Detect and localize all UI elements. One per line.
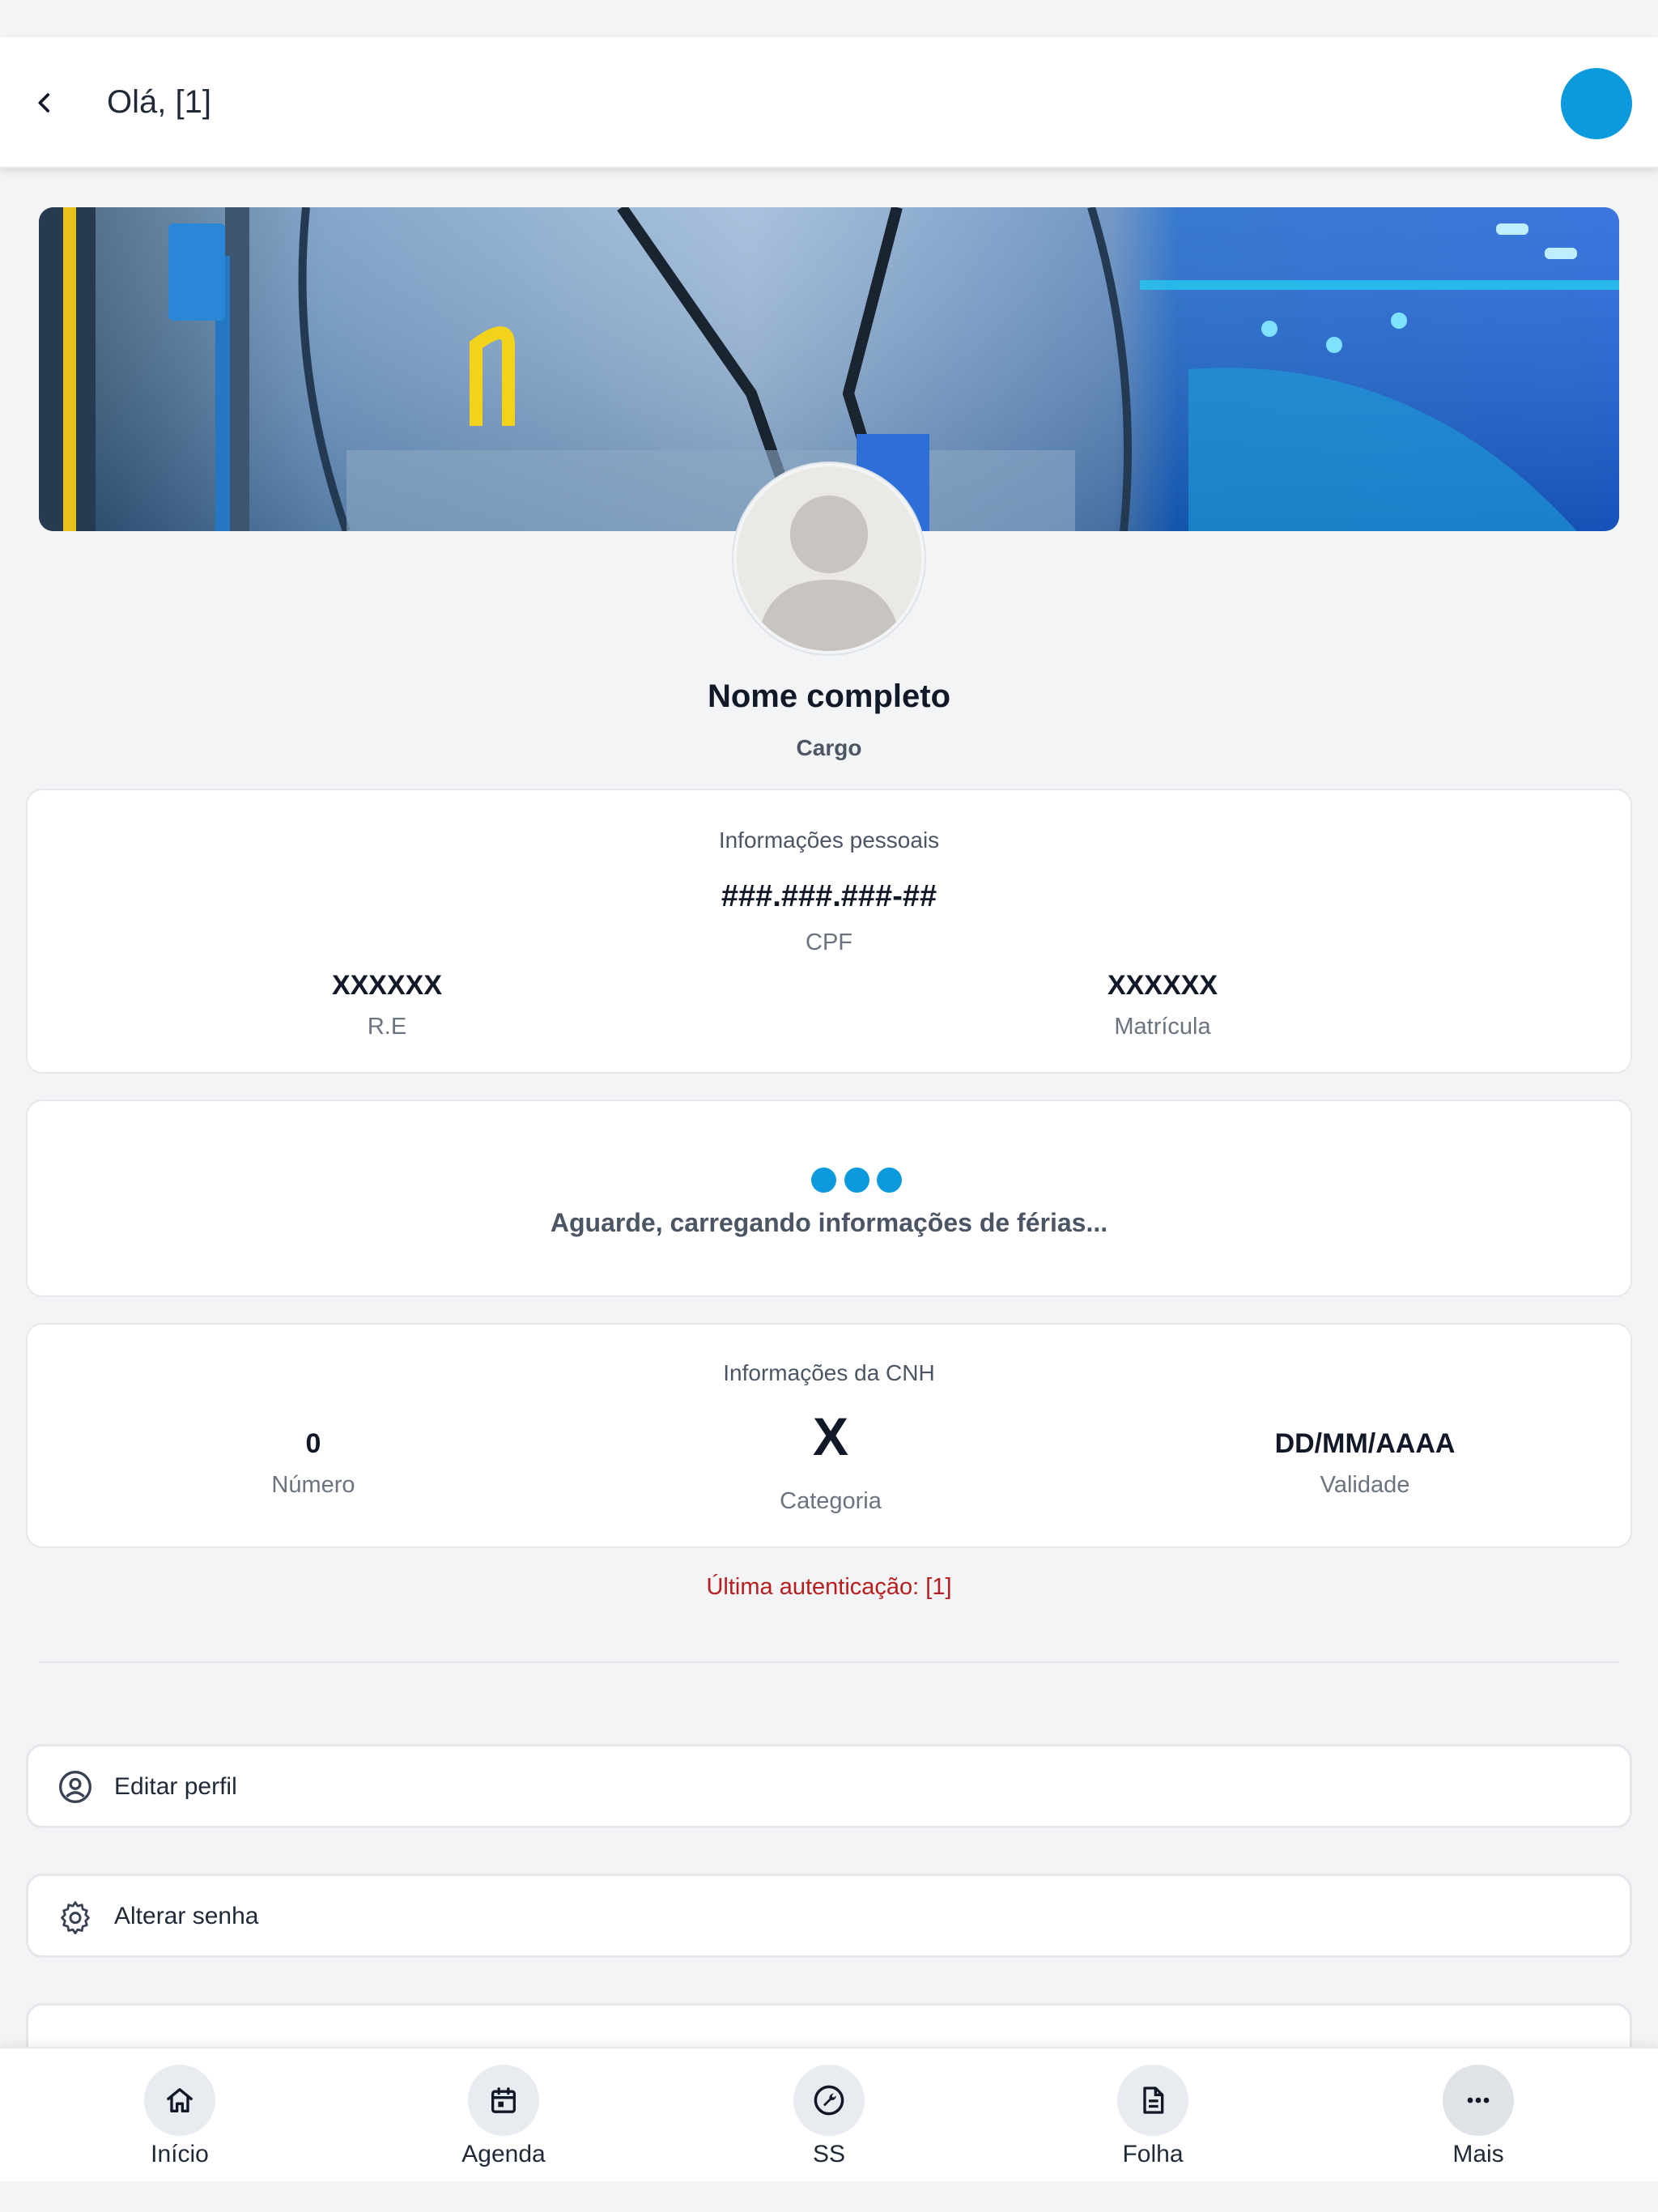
vacation-loading-text: Aguarde, carregando informações de féria… bbox=[550, 1208, 1108, 1237]
cpf-value: ###.###.###-## bbox=[721, 879, 937, 913]
app-header: Olá, [1] bbox=[0, 37, 1658, 168]
nav-icon-bg bbox=[468, 2065, 539, 2136]
full-name: Nome completo bbox=[707, 678, 951, 714]
job-role: Cargo bbox=[796, 735, 862, 760]
calendar-icon bbox=[491, 2087, 516, 2113]
cnh-category-caption: Categoria bbox=[780, 1488, 882, 1514]
cnh-number-value: 0 bbox=[305, 1428, 321, 1459]
cnh-info-card: Informações da CNH 0 Número X Categoria … bbox=[26, 1323, 1632, 1548]
more-icon bbox=[1467, 2097, 1490, 2104]
nav-icon-bg bbox=[793, 2065, 865, 2136]
user-avatar-button[interactable] bbox=[1561, 68, 1632, 139]
section-divider bbox=[39, 1661, 1619, 1663]
bottom-navigation: Início Agenda SS Folha Mais bbox=[0, 2047, 1658, 2181]
nav-icon-bg bbox=[1443, 2065, 1514, 2136]
edit-profile-label: Editar perfil bbox=[114, 1773, 237, 1800]
nav-item-inicio[interactable]: Início bbox=[99, 2048, 261, 2183]
nav-item-folha[interactable]: Folha bbox=[1072, 2048, 1234, 2183]
cnh-validity-caption: Validade bbox=[1320, 1472, 1410, 1498]
nav-label-folha: Folha bbox=[1122, 2141, 1184, 2167]
user-circle-icon bbox=[59, 1771, 91, 1803]
wrench-icon bbox=[814, 2085, 844, 2116]
nav-label-ss: SS bbox=[812, 2141, 846, 2167]
home-icon bbox=[167, 2088, 193, 2112]
system-nav-bar bbox=[0, 2181, 1658, 2212]
nav-item-ss[interactable]: SS bbox=[748, 2048, 910, 2183]
loading-dot bbox=[844, 1168, 869, 1193]
gear-icon bbox=[61, 1901, 90, 1934]
nav-label-agenda: Agenda bbox=[461, 2141, 546, 2167]
change-password-button[interactable]: Alterar senha bbox=[26, 1874, 1632, 1958]
profile-photo[interactable] bbox=[733, 463, 925, 654]
nav-item-mais[interactable]: Mais bbox=[1397, 2048, 1559, 2183]
personal-info-card: Informações pessoais ###.###.###-## CPF … bbox=[26, 789, 1632, 1074]
loading-indicator bbox=[811, 1168, 902, 1193]
cnh-validity-value: DD/MM/AAAA bbox=[1274, 1428, 1456, 1459]
loading-dot bbox=[811, 1168, 836, 1193]
cpf-caption: CPF bbox=[806, 929, 852, 955]
nav-label-mais: Mais bbox=[1452, 2141, 1504, 2167]
greeting-title: Olá, [1] bbox=[107, 84, 211, 120]
nav-icon-bg bbox=[1117, 2065, 1188, 2136]
document-icon bbox=[1143, 2087, 1164, 2114]
personal-info-label: Informações pessoais bbox=[718, 827, 940, 853]
re-value: XXXXXX bbox=[331, 970, 443, 1001]
nav-label-inicio: Início bbox=[151, 2141, 209, 2167]
user-placeholder-icon bbox=[737, 466, 921, 651]
vacation-info-card: Aguarde, carregando informações de féria… bbox=[26, 1100, 1632, 1297]
back-button[interactable] bbox=[18, 76, 71, 130]
matricula-caption: Matrícula bbox=[1114, 1014, 1211, 1040]
cnh-number-caption: Número bbox=[271, 1472, 355, 1498]
cnh-info-label: Informações da CNH bbox=[723, 1360, 935, 1385]
cnh-category-value: X bbox=[812, 1406, 849, 1466]
change-password-label: Alterar senha bbox=[114, 1903, 259, 1929]
re-caption: R.E bbox=[367, 1014, 407, 1040]
chevron-left-icon bbox=[38, 93, 50, 113]
last-authentication: Última autenticação: [1] bbox=[706, 1574, 952, 1600]
matricula-value: XXXXXX bbox=[1107, 970, 1218, 1001]
edit-profile-button[interactable]: Editar perfil bbox=[26, 1744, 1632, 1828]
nav-item-agenda[interactable]: Agenda bbox=[423, 2048, 585, 2183]
loading-dot bbox=[877, 1168, 902, 1193]
status-bar bbox=[0, 0, 1658, 37]
nav-icon-bg bbox=[144, 2065, 215, 2136]
